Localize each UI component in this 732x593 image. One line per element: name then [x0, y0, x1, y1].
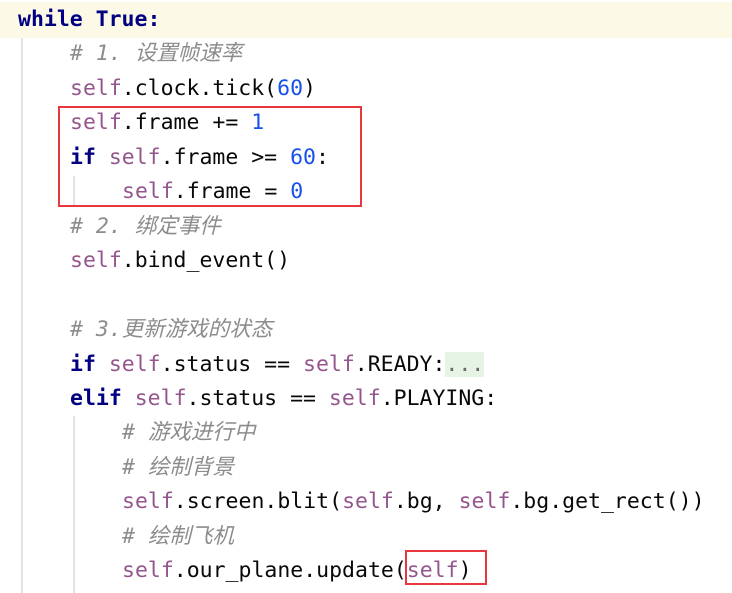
code-token: self [134, 385, 187, 411]
code-token: self [108, 351, 161, 377]
code-token: .clock.tick( [121, 75, 278, 101]
code-token: .screen.blit( [173, 489, 343, 515]
code-token: self [328, 385, 381, 411]
code-token: self [70, 248, 122, 274]
code-line[interactable]: self.clock.tick(60) [70, 72, 316, 106]
code-line[interactable]: elif self.status == self.PLAYING: [70, 382, 497, 416]
code-line[interactable]: # 1. 设置帧速率 [70, 37, 242, 71]
code-line[interactable]: while True: [18, 3, 160, 37]
code-line[interactable]: # 绘制背景 [122, 451, 234, 485]
code-token: .bg.get_rect()) [510, 489, 705, 515]
code-token: self [70, 75, 122, 101]
code-token: .our_plane.update( [173, 558, 407, 584]
code-token: self [122, 489, 174, 515]
highlight-box-frame-counter [58, 106, 362, 207]
code-token: elif [70, 385, 122, 411]
code-line[interactable]: self.screen.blit(self.bg, self.bg.get_re… [122, 485, 705, 519]
code-token: self [458, 489, 511, 515]
code-line[interactable]: # 3.更新游戏的状态 [70, 313, 272, 347]
code-token: 60 [277, 75, 304, 101]
indent-guide [73, 416, 75, 593]
code-token: self [342, 489, 394, 515]
code-line[interactable]: if self.status == self.READY:... [70, 348, 485, 382]
indent-guide [21, 38, 23, 593]
highlight-box-self-arg [405, 550, 487, 585]
code-token: ) [303, 75, 316, 101]
code-token: # 1. 设置帧速率 [70, 41, 243, 67]
code-line[interactable]: # 2. 绑定事件 [70, 210, 221, 244]
code-token: # 2. 绑定事件 [70, 213, 221, 239]
code-token: .READY: [354, 351, 446, 377]
code-token: # 游戏进行中 [122, 420, 256, 446]
code-line[interactable]: # 游戏进行中 [122, 416, 255, 450]
code-token: # 绘制飞机 [122, 523, 234, 549]
code-line[interactable]: self.bind_event() [70, 244, 290, 278]
code-token: while True: [18, 7, 161, 32]
code-token: self [303, 351, 355, 377]
code-token: .PLAYING: [380, 385, 498, 411]
code-token: .bind_event() [121, 248, 291, 274]
code-token: self [122, 558, 174, 584]
code-token: # 绘制背景 [122, 454, 234, 480]
code-token: .status == [186, 385, 329, 411]
code-editor[interactable]: while True: # 1. 设置帧速率 self.clock.tick(60)… [0, 0, 732, 593]
code-line[interactable]: # 绘制飞机 [122, 520, 234, 554]
code-token: .bg, [393, 489, 459, 515]
code-token: # 3.更新游戏的状态 [70, 317, 273, 343]
folded-code-button[interactable]: ... [445, 351, 485, 377]
code-token: .status == [160, 351, 304, 377]
code-token: if [70, 351, 96, 377]
